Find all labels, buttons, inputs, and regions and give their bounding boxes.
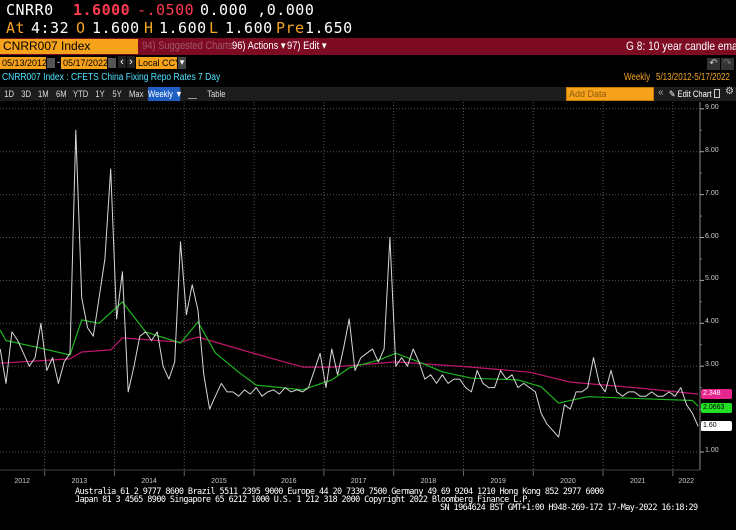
x-tick-label: 2022 bbox=[678, 478, 694, 485]
x-tick-label: 2021 bbox=[629, 478, 646, 485]
y-tick-label: 3.00 bbox=[705, 361, 719, 369]
ema-long-line bbox=[0, 336, 699, 395]
y-tick-label: 5.00 bbox=[705, 275, 719, 283]
ema-short-last-tag: 2.0663 bbox=[701, 403, 732, 413]
y-tick-label: 4.00 bbox=[705, 318, 719, 326]
price-line bbox=[0, 129, 699, 438]
x-tick-label: 2014 bbox=[141, 478, 157, 485]
x-tick-label: 2015 bbox=[211, 478, 227, 485]
x-tick-label: 2013 bbox=[71, 478, 88, 485]
x-tick-label: 2020 bbox=[560, 478, 576, 485]
price-chart[interactable] bbox=[0, 0, 736, 530]
chart-grid bbox=[0, 102, 704, 476]
y-tick-label: 7.00 bbox=[705, 189, 719, 197]
price-last-tag: 1.60 bbox=[701, 421, 732, 431]
x-tick-label: 2017 bbox=[350, 478, 367, 485]
ema-long-last-tag: 2.348 bbox=[701, 389, 732, 399]
y-tick-label: 6.00 bbox=[705, 232, 719, 240]
x-tick-label: 2012 bbox=[14, 478, 30, 485]
x-tick-label: 2019 bbox=[490, 478, 506, 485]
footer-session: SN 1964624 BST GMT+1:00 H948-269-172 17-… bbox=[440, 503, 698, 513]
y-tick-label: 1.00 bbox=[705, 447, 719, 454]
y-tick-label: 9.00 bbox=[705, 103, 719, 111]
y-tick-label: 8.00 bbox=[705, 146, 719, 154]
x-tick-label: 2018 bbox=[420, 478, 437, 485]
x-tick-label: 2016 bbox=[280, 478, 297, 485]
ema-short-line bbox=[0, 301, 699, 407]
